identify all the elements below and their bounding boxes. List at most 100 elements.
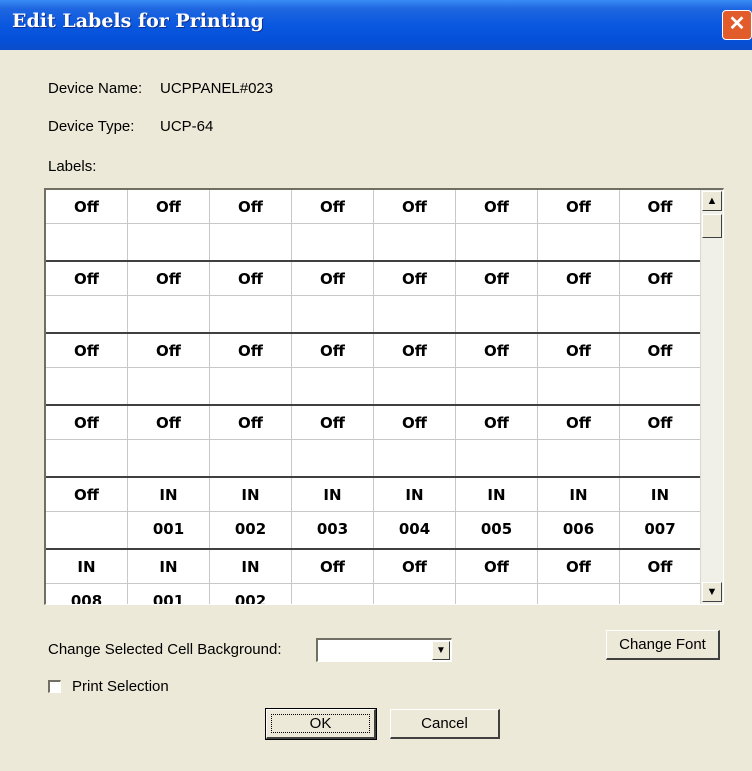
label-cell[interactable]: [538, 368, 620, 404]
label-cell[interactable]: Off: [620, 262, 700, 295]
label-cell[interactable]: Off: [46, 262, 128, 295]
label-cell[interactable]: Off: [538, 406, 620, 439]
label-cell[interactable]: Off: [456, 334, 538, 367]
title-bar[interactable]: Edit Labels for Printing ✕: [0, 0, 752, 50]
label-cell[interactable]: Off: [210, 262, 292, 295]
cancel-button[interactable]: Cancel: [390, 709, 500, 739]
label-cell[interactable]: Off: [46, 334, 128, 367]
label-cell[interactable]: [210, 296, 292, 332]
label-cell[interactable]: IN: [456, 478, 538, 511]
label-cell[interactable]: Off: [210, 190, 292, 223]
label-cell[interactable]: [210, 224, 292, 260]
label-cell[interactable]: Off: [292, 550, 374, 583]
label-cell[interactable]: Off: [620, 406, 700, 439]
label-cell[interactable]: Off: [538, 334, 620, 367]
label-cell[interactable]: [46, 224, 128, 260]
label-cell[interactable]: Off: [46, 406, 128, 439]
label-cell[interactable]: [538, 224, 620, 260]
label-cell[interactable]: [456, 440, 538, 476]
label-cell[interactable]: [128, 296, 210, 332]
dropdown-button[interactable]: ▼: [432, 641, 450, 660]
label-cell[interactable]: Off: [620, 190, 700, 223]
label-cell[interactable]: 004: [374, 512, 456, 548]
scroll-up-button[interactable]: ▲: [702, 191, 722, 211]
print-selection-label[interactable]: Print Selection: [72, 678, 169, 695]
label-cell[interactable]: [374, 296, 456, 332]
label-cell[interactable]: Off: [456, 550, 538, 583]
label-cell[interactable]: [292, 224, 374, 260]
label-cell[interactable]: IN: [128, 478, 210, 511]
label-cell[interactable]: [538, 584, 620, 604]
label-cell[interactable]: Off: [292, 406, 374, 439]
label-cell[interactable]: 002: [210, 512, 292, 548]
label-cell[interactable]: Off: [292, 190, 374, 223]
label-cell[interactable]: 005: [456, 512, 538, 548]
label-cell[interactable]: [456, 584, 538, 604]
label-cell[interactable]: IN: [210, 550, 292, 583]
label-cell[interactable]: [292, 584, 374, 604]
label-cell[interactable]: Off: [374, 334, 456, 367]
label-cell[interactable]: [456, 224, 538, 260]
label-cell[interactable]: Off: [46, 478, 128, 511]
label-cell[interactable]: Off: [128, 334, 210, 367]
label-cell[interactable]: Off: [128, 406, 210, 439]
label-cell[interactable]: [538, 296, 620, 332]
label-cell[interactable]: 001: [128, 512, 210, 548]
label-cell[interactable]: Off: [538, 190, 620, 223]
label-cell[interactable]: [128, 368, 210, 404]
label-cell[interactable]: [456, 368, 538, 404]
scroll-down-button[interactable]: ▼: [702, 582, 722, 602]
close-button[interactable]: ✕: [722, 10, 752, 40]
label-cell[interactable]: Off: [620, 334, 700, 367]
label-cell[interactable]: [128, 440, 210, 476]
label-cell[interactable]: [46, 368, 128, 404]
label-cell[interactable]: Off: [374, 262, 456, 295]
label-cell[interactable]: IN: [374, 478, 456, 511]
label-cell[interactable]: [620, 296, 700, 332]
label-cell[interactable]: 008: [46, 584, 128, 604]
label-cell[interactable]: [620, 440, 700, 476]
label-cell[interactable]: 001: [128, 584, 210, 604]
label-cell[interactable]: [292, 296, 374, 332]
label-cell[interactable]: Off: [292, 334, 374, 367]
label-cell[interactable]: [620, 368, 700, 404]
label-cell[interactable]: [46, 440, 128, 476]
label-cell[interactable]: [374, 368, 456, 404]
label-cell[interactable]: [292, 440, 374, 476]
label-cell[interactable]: [128, 224, 210, 260]
label-cell[interactable]: Off: [538, 550, 620, 583]
label-cell[interactable]: 003: [292, 512, 374, 548]
label-cell[interactable]: [46, 296, 128, 332]
ok-button[interactable]: OK: [265, 708, 377, 740]
label-cell[interactable]: Off: [456, 262, 538, 295]
label-cell[interactable]: Off: [128, 190, 210, 223]
label-cell[interactable]: IN: [292, 478, 374, 511]
scroll-thumb[interactable]: [702, 214, 722, 238]
label-cell[interactable]: [374, 584, 456, 604]
label-cell[interactable]: IN: [620, 478, 700, 511]
label-cell[interactable]: IN: [46, 550, 128, 583]
label-cell[interactable]: [620, 584, 700, 604]
label-cell[interactable]: Off: [374, 406, 456, 439]
change-font-button[interactable]: Change Font: [606, 630, 720, 660]
label-cell[interactable]: Off: [46, 190, 128, 223]
label-cell[interactable]: Off: [456, 190, 538, 223]
label-cell[interactable]: Off: [210, 334, 292, 367]
label-cell[interactable]: [538, 440, 620, 476]
label-cell[interactable]: [46, 512, 128, 548]
label-cell[interactable]: [456, 296, 538, 332]
label-cell[interactable]: [374, 440, 456, 476]
label-cell[interactable]: Off: [128, 262, 210, 295]
label-cell[interactable]: 006: [538, 512, 620, 548]
label-cell[interactable]: 002: [210, 584, 292, 604]
vertical-scrollbar[interactable]: ▲ ▼: [700, 190, 723, 604]
label-cell[interactable]: Off: [292, 262, 374, 295]
label-cell[interactable]: Off: [374, 190, 456, 223]
label-cell[interactable]: IN: [210, 478, 292, 511]
print-selection-checkbox[interactable]: [48, 680, 61, 693]
label-cell[interactable]: [210, 440, 292, 476]
label-cell[interactable]: Off: [210, 406, 292, 439]
label-cell[interactable]: Off: [456, 406, 538, 439]
label-cell[interactable]: IN: [538, 478, 620, 511]
background-color-select[interactable]: ▼: [316, 638, 452, 662]
